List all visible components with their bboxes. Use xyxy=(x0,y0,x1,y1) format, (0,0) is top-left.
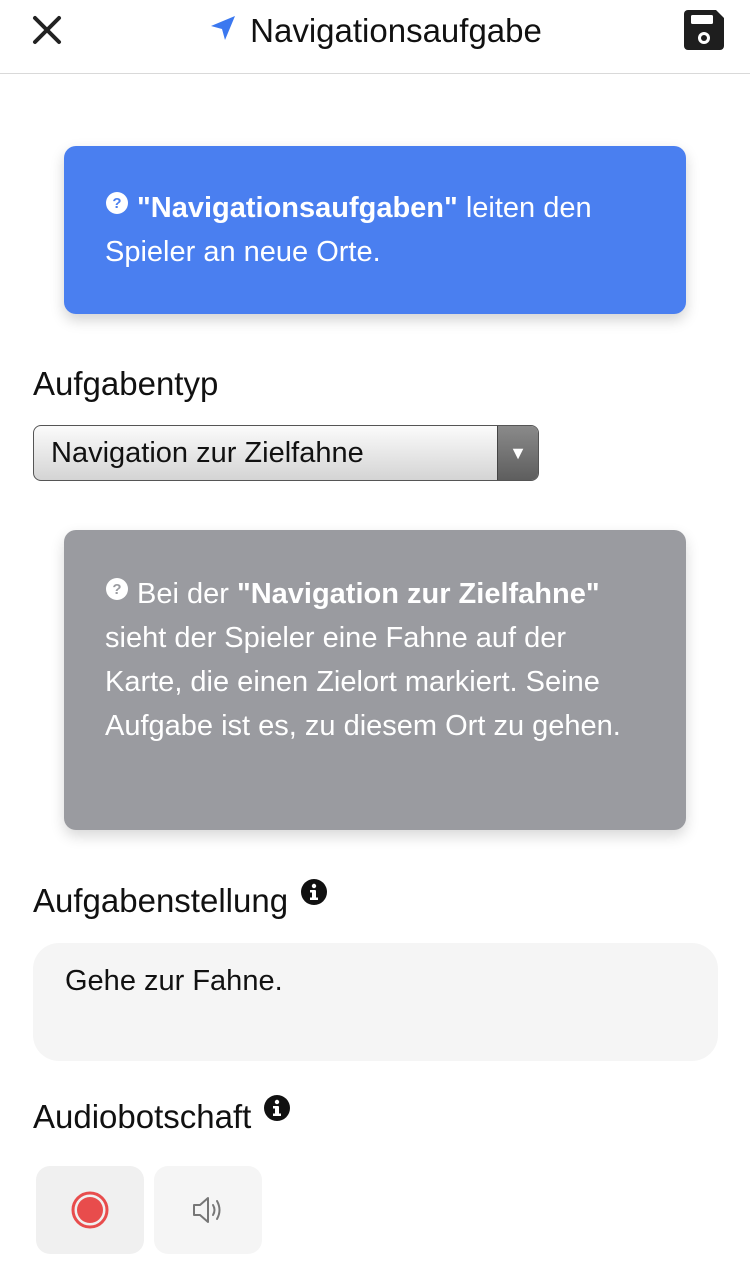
play-audio-button[interactable] xyxy=(154,1166,262,1254)
info-icon[interactable] xyxy=(263,1094,291,1122)
info-prefix-text: Bei der xyxy=(137,578,237,610)
svg-text:?: ? xyxy=(112,581,121,598)
question-circle-icon: ? xyxy=(106,192,128,214)
question-circle-icon: ? xyxy=(106,578,128,600)
svg-text:?: ? xyxy=(112,195,121,212)
task-type-info-box: ? Bei der "Navigation zur Zielfahne" sie… xyxy=(64,530,686,830)
page-title: Navigationsaufgabe xyxy=(250,12,542,49)
assignment-label: Aufgabenstellung xyxy=(33,882,289,919)
dropdown-arrow-icon[interactable]: ▼ xyxy=(497,426,538,480)
task-type-select[interactable]: Navigation zur Zielfahne ▼ xyxy=(33,425,539,481)
top-bar: Navigationsaufgabe xyxy=(0,0,750,74)
info-text: sieht der Spieler eine Fahne auf der Kar… xyxy=(105,622,621,742)
save-button[interactable] xyxy=(682,8,726,52)
record-button[interactable] xyxy=(36,1166,144,1254)
speaker-icon xyxy=(193,1197,221,1223)
assignment-heading: Aufgabenstellung xyxy=(33,879,328,920)
audio-label: Audiobotschaft xyxy=(33,1098,252,1135)
task-type-label: Aufgabentyp xyxy=(33,365,219,402)
audio-heading: Audiobotschaft xyxy=(33,1095,291,1136)
record-icon xyxy=(71,1191,109,1229)
info-strong-text: "Navigationsaufgaben" xyxy=(137,192,458,224)
info-icon[interactable] xyxy=(300,878,328,906)
navigation-arrow-icon xyxy=(211,16,236,40)
task-type-selected-value: Navigation zur Zielfahne xyxy=(51,436,364,469)
assignment-textarea[interactable]: Gehe zur Fahne. xyxy=(33,943,718,1061)
info-strong-text: "Navigation zur Zielfahne" xyxy=(236,578,600,610)
navigation-info-box: ? "Navigationsaufgaben" leiten den Spiel… xyxy=(64,146,686,314)
title-group: Navigationsaufgabe xyxy=(0,0,750,62)
floppy-disk-icon xyxy=(684,10,724,50)
